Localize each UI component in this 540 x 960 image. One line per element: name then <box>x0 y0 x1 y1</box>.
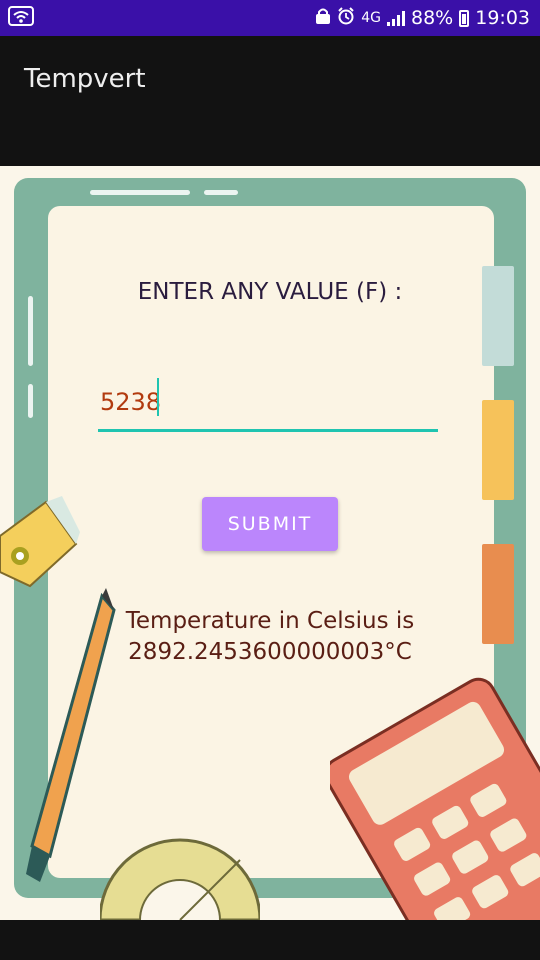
clock: 19:03 <box>475 7 530 29</box>
result-label: Temperature in Celsius is <box>125 608 415 634</box>
fahrenheit-input[interactable] <box>98 378 438 432</box>
background-tab <box>482 544 514 644</box>
submit-button[interactable]: SUBMIT <box>202 497 338 551</box>
signal-icon <box>387 10 405 26</box>
eraser-illustration <box>0 496 80 588</box>
protractor-illustration <box>100 838 260 920</box>
result-text: Temperature in Celsius is 2892.245360000… <box>60 606 480 668</box>
lock-icon <box>315 7 331 30</box>
battery-percent: 88% <box>411 7 454 29</box>
input-prompt-label: ENTER ANY VALUE (F) : <box>137 279 403 305</box>
alarm-icon <box>337 6 355 30</box>
calculator-illustration <box>330 677 540 920</box>
app-bar: Tempvert <box>0 36 540 166</box>
battery-icon <box>459 9 470 27</box>
status-bar: 4G 88% 19:03 <box>0 0 540 36</box>
result-value: 2892.2453600000003°C <box>128 639 412 665</box>
text-caret <box>157 378 159 416</box>
app-title: Tempvert <box>24 64 146 94</box>
network-type-label: 4G <box>361 10 381 26</box>
wifi-icon <box>8 6 34 30</box>
background-tab <box>482 400 514 500</box>
main-content: ENTER ANY VALUE (F) : SUBMIT Temperature… <box>0 166 540 920</box>
navigation-bar <box>0 920 540 960</box>
